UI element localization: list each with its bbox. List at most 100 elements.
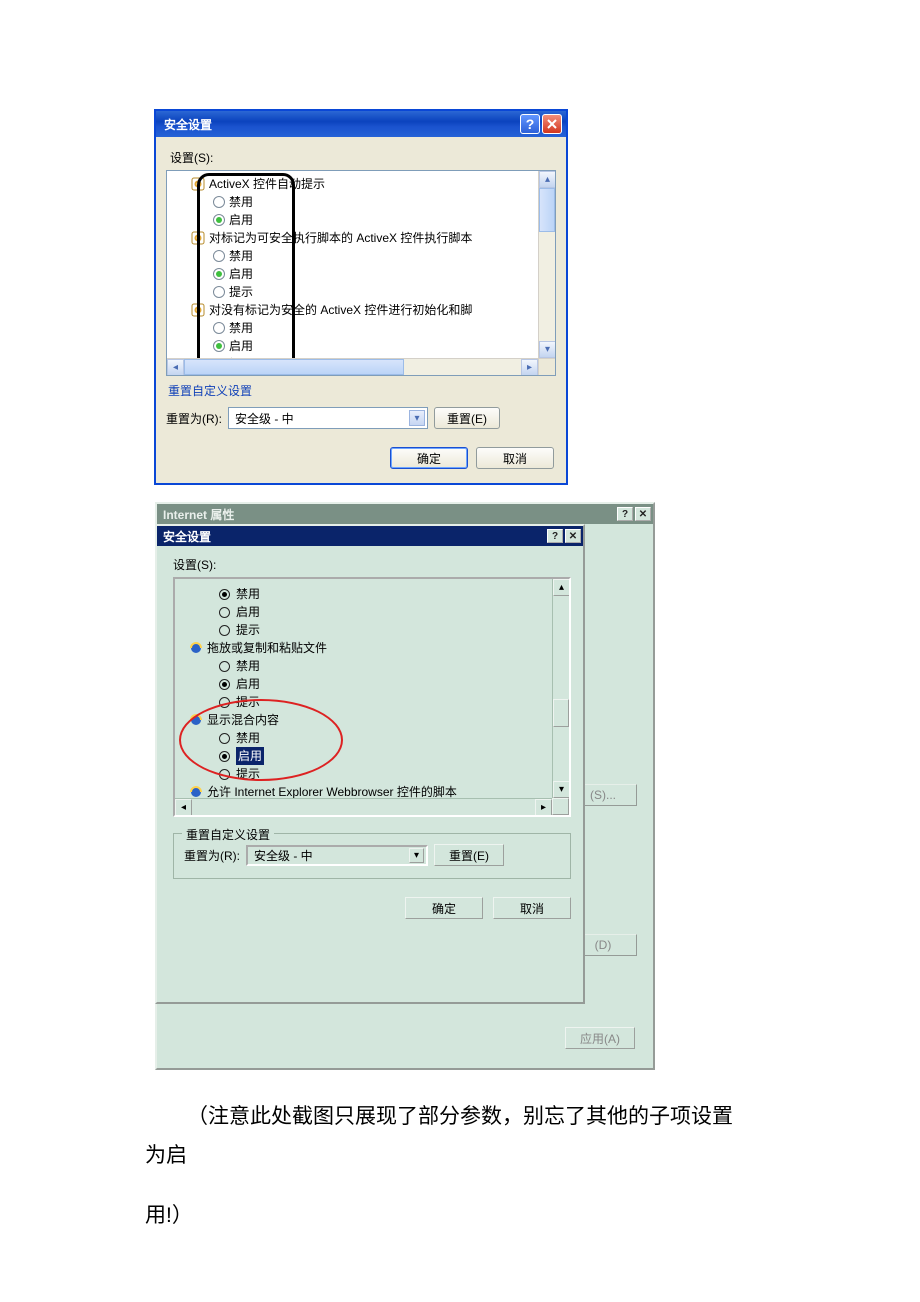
help-button[interactable]: ? <box>520 114 540 134</box>
radio-icon <box>219 625 230 636</box>
radio-option[interactable]: 禁用 <box>173 319 551 337</box>
radio-option[interactable]: 启用 <box>173 211 551 229</box>
radio-icon <box>213 250 225 262</box>
titlebar[interactable]: Internet 属性 ? ✕ <box>157 504 653 524</box>
radio-option[interactable]: 启用 <box>183 675 565 693</box>
vertical-scrollbar[interactable]: ▴ ▾ <box>552 579 569 798</box>
settings-label: 设置(S): <box>173 558 216 572</box>
option-label: 禁用 <box>236 585 260 603</box>
radio-option[interactable]: 禁用 <box>183 585 565 603</box>
close-button[interactable] <box>542 114 562 134</box>
chevron-down-icon[interactable]: ▾ <box>409 410 425 426</box>
cancel-button[interactable]: 取消 <box>476 447 554 469</box>
combobox-value: 安全级 - 中 <box>235 410 294 427</box>
reset-level-combobox[interactable]: 安全级 - 中 ▾ <box>228 407 428 429</box>
option-label: 启用 <box>236 675 260 693</box>
gear-icon <box>191 303 205 317</box>
radio-option[interactable]: 禁用 <box>173 247 551 265</box>
category-label: 对标记为可安全执行脚本的 ActiveX 控件执行脚本 <box>209 229 472 247</box>
gear-icon <box>191 177 205 191</box>
radio-option[interactable]: 提示 <box>183 621 565 639</box>
scroll-left-icon[interactable]: ◂ <box>175 799 192 816</box>
radio-option[interactable]: 启用 <box>183 747 565 765</box>
category-label: 对没有标记为安全的 ActiveX 控件进行初始化和脚 <box>209 301 472 319</box>
radio-option[interactable]: 禁用 <box>183 729 565 747</box>
category-label: ActiveX 控件自动提示 <box>209 175 325 193</box>
radio-option[interactable]: 启用 <box>183 603 565 621</box>
vertical-scrollbar[interactable]: ▴ ▾ <box>538 171 555 358</box>
radio-option[interactable]: 提示 <box>183 693 565 711</box>
reset-custom-link: 重置自定义设置 <box>168 382 252 399</box>
option-label: 启用 <box>236 603 260 621</box>
reset-to-label: 重置为(R): <box>184 847 240 864</box>
category-activex-safe-script: 对标记为可安全执行脚本的 ActiveX 控件执行脚本 <box>173 229 551 247</box>
radio-option[interactable]: 启用 <box>173 337 551 355</box>
settings-tree: 禁用 启用 提示 拖放或复制和粘贴文件 禁用 启用 提示 <box>175 579 569 805</box>
scroll-thumb[interactable] <box>184 359 404 375</box>
category-activex-unsafe-init: 对没有标记为安全的 ActiveX 控件进行初始化和脚 <box>173 301 551 319</box>
scroll-thumb[interactable] <box>539 188 555 232</box>
close-button[interactable]: ✕ <box>635 507 651 521</box>
help-button[interactable]: ? <box>617 507 633 521</box>
reset-button[interactable]: 重置(E) <box>434 844 504 866</box>
close-button[interactable]: ✕ <box>565 529 581 543</box>
scroll-corner <box>552 798 569 815</box>
option-label: 提示 <box>236 765 260 783</box>
radio-option[interactable]: 启用 <box>173 265 551 283</box>
radio-icon <box>219 661 230 672</box>
settings-label: 设置(S): <box>170 149 213 166</box>
cancel-button[interactable]: 取消 <box>493 897 571 919</box>
radio-icon <box>219 697 230 708</box>
scroll-down-icon[interactable]: ▾ <box>553 781 570 798</box>
scroll-right-icon[interactable]: ▸ <box>521 359 538 376</box>
combobox-value: 安全级 - 中 <box>254 847 313 864</box>
scroll-up-icon[interactable]: ▴ <box>553 579 570 596</box>
settings-listbox[interactable]: 禁用 启用 提示 拖放或复制和粘贴文件 禁用 启用 提示 <box>173 577 571 817</box>
option-label: 提示 <box>236 693 260 711</box>
scroll-left-icon[interactable]: ◂ <box>167 359 184 376</box>
reset-level-combobox[interactable]: 安全级 - 中 ▾ <box>246 845 428 866</box>
reset-button[interactable]: 重置(E) <box>434 407 500 429</box>
gear-icon <box>191 231 205 245</box>
horizontal-scrollbar[interactable]: ◂ ▸ <box>175 798 552 815</box>
dialog-title: Internet 属性 <box>163 506 615 523</box>
option-label: 启用 <box>229 211 253 229</box>
scroll-right-icon[interactable]: ▸ <box>535 799 552 816</box>
option-label: 提示 <box>229 283 253 301</box>
gear-icon <box>191 375 205 376</box>
ie-icon <box>189 641 203 655</box>
chevron-down-icon[interactable]: ▾ <box>409 848 424 863</box>
settings-tree: ActiveX 控件自动提示 禁用 启用 对标记为可安全执行脚本的 Active… <box>167 171 555 376</box>
security-settings-dialog-classic: 安全设置 ? ✕ 设置(S): 禁用 启用 提示 拖放或复制和 <box>155 524 585 1004</box>
radio-icon <box>213 322 225 334</box>
scroll-up-icon[interactable]: ▴ <box>539 171 556 188</box>
category-activex-autoprompt: ActiveX 控件自动提示 <box>173 175 551 193</box>
radio-option[interactable]: 提示 <box>173 283 551 301</box>
titlebar[interactable]: 安全设置 ? ✕ <box>157 526 583 546</box>
caption-text: （注意此处截图只展现了部分参数，别忘了其他的子项设置为启 <box>145 1098 775 1176</box>
help-button[interactable]: ? <box>547 529 563 543</box>
reset-custom-groupbox: 重置自定义设置 重置为(R): 安全级 - 中 ▾ 重置(E) <box>173 833 571 879</box>
horizontal-scrollbar[interactable]: ◂ ▸ <box>167 358 555 375</box>
scroll-down-icon[interactable]: ▾ <box>539 341 556 358</box>
option-label: 禁用 <box>229 319 253 337</box>
caption-text-line2: 用!） <box>145 1197 775 1236</box>
radio-icon <box>213 196 225 208</box>
option-label: 禁用 <box>229 247 253 265</box>
scroll-thumb[interactable] <box>553 699 569 727</box>
reset-to-label: 重置为(R): <box>166 410 222 427</box>
radio-option[interactable]: 提示 <box>183 765 565 783</box>
radio-icon <box>219 733 230 744</box>
titlebar[interactable]: 安全设置 ? <box>156 111 566 137</box>
radio-icon <box>213 286 225 298</box>
radio-icon <box>219 751 230 762</box>
option-label: 禁用 <box>236 657 260 675</box>
ok-button[interactable]: 确定 <box>405 897 483 919</box>
radio-option[interactable]: 禁用 <box>183 657 565 675</box>
groupbox-legend: 重置自定义设置 <box>182 826 274 843</box>
radio-option[interactable]: 禁用 <box>173 193 551 211</box>
radio-icon <box>213 268 225 280</box>
internet-properties-stack: Internet 属性 ? ✕ (S)... (D) 应用(A) 安全设置 ? … <box>155 502 655 1072</box>
ok-button[interactable]: 确定 <box>390 447 468 469</box>
settings-listbox[interactable]: ActiveX 控件自动提示 禁用 启用 对标记为可安全执行脚本的 Active… <box>166 170 556 376</box>
